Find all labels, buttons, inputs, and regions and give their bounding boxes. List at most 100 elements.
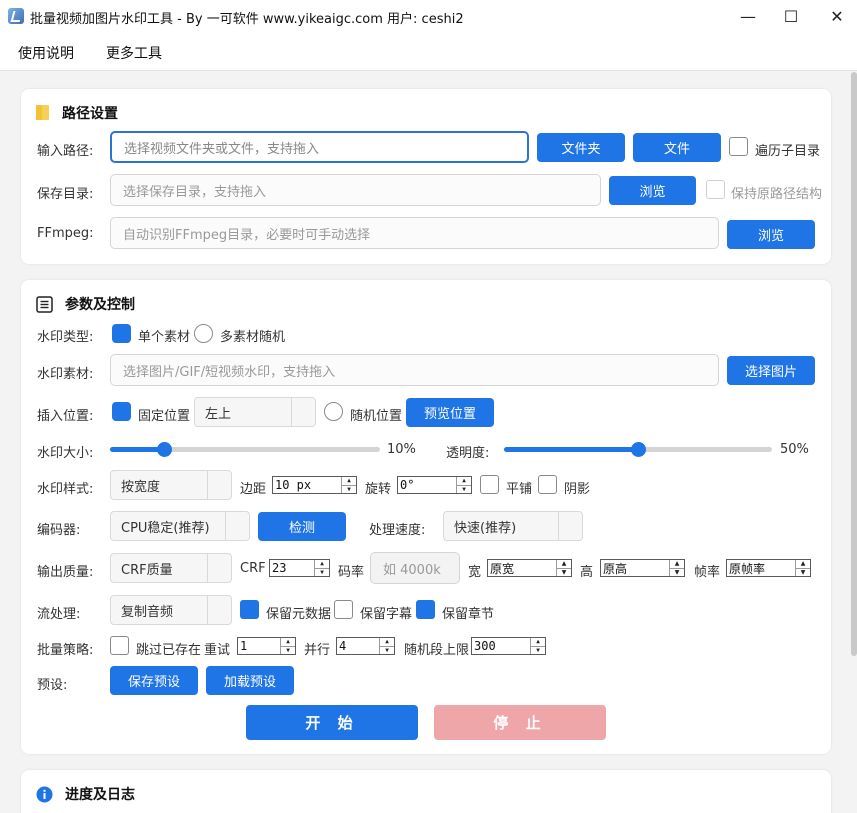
crf-spinbox[interactable]: 23 ▲ ▼ [269, 559, 330, 577]
log-header: 进度及日志 [36, 784, 135, 804]
list-icon [36, 295, 53, 313]
recursive-label: 遍历子目录 [755, 144, 821, 159]
crf-spin-arrows[interactable]: ▲ ▼ [314, 560, 329, 576]
input-path-placeholder: 选择视频文件夹或文件，支持拖入 [124, 141, 320, 157]
fixed-position-select[interactable]: 左上 [194, 397, 316, 427]
detect-button[interactable]: 检测 [258, 512, 346, 541]
preview-position-button[interactable]: 预览位置 [406, 398, 494, 427]
path-settings-title: 路径设置 [62, 106, 118, 122]
shadow-label: 阴影 [564, 482, 591, 497]
parallel-spinbox[interactable]: 4 ▲ ▼ [336, 637, 395, 655]
style-value: 按宽度 [121, 479, 161, 495]
log-card: 进度及日志 [21, 770, 831, 813]
keep-chapter-checkbox[interactable] [416, 600, 435, 619]
random-position-radio[interactable] [324, 402, 343, 421]
size-label: 水印大小: [37, 446, 94, 461]
browse-save-button[interactable]: 浏览 [609, 176, 696, 205]
folder-icon [36, 105, 49, 120]
input-path-field[interactable]: 选择视频文件夹或文件，支持拖入 [110, 131, 529, 163]
start-button[interactable]: 开 始 [246, 705, 418, 740]
tile-checkbox[interactable] [480, 475, 499, 494]
rotate-label: 旋转 [365, 482, 392, 497]
random-limit-value: 300 [474, 639, 496, 653]
save-dir-field[interactable]: 选择保存目录，支持拖入 [110, 174, 601, 206]
bitrate-label: 码率 [338, 565, 365, 580]
wm-source-placeholder: 选择图片/GIF/短视频水印，支持拖入 [123, 364, 336, 380]
recursive-checkbox[interactable] [729, 137, 748, 156]
close-button[interactable]: ✕ [814, 0, 857, 33]
choose-image-button[interactable]: 选择图片 [727, 356, 815, 385]
opacity-label: 透明度: [446, 446, 490, 461]
rotate-spin-arrows[interactable]: ▲ ▼ [456, 477, 471, 493]
maximize-button[interactable]: ☐ [768, 0, 814, 33]
params-title: 参数及控制 [65, 297, 135, 313]
keep-metadata-label: 保留元数据 [266, 607, 332, 622]
style-select[interactable]: 按宽度 [110, 470, 232, 500]
margin-value: 10 px [275, 478, 312, 492]
parallel-value: 4 [339, 639, 347, 653]
random-limit-spinbox[interactable]: 300 ▲ ▼ [471, 637, 546, 655]
retry-spinbox[interactable]: 1 ▲ ▼ [237, 637, 296, 655]
margin-spin-arrows[interactable]: ▲ ▼ [341, 477, 356, 493]
size-slider[interactable] [110, 442, 380, 457]
folder-button[interactable]: 文件夹 [537, 133, 625, 162]
margin-label: 边距 [240, 482, 267, 497]
ffmpeg-field[interactable]: 自动识别FFmpeg目录，必要时可手动选择 [110, 217, 719, 249]
random-limit-label: 随机段上限 [404, 643, 470, 658]
random-limit-spin-arrows[interactable]: ▲ ▼ [530, 638, 545, 654]
stop-button[interactable]: 停 止 [434, 705, 606, 740]
keep-metadata-checkbox[interactable] [240, 600, 259, 619]
codec-select[interactable]: CPU稳定(推荐) [110, 511, 250, 541]
height-select[interactable]: 原高 ▲ ▼ [600, 559, 685, 577]
bitrate-placeholder: 如 4000k [383, 562, 441, 578]
stream-select[interactable]: 复制音频 [110, 595, 232, 625]
skip-existing-checkbox[interactable] [110, 636, 129, 655]
menu-item-more-tools[interactable]: 更多工具 [106, 43, 162, 63]
quality-select[interactable]: CRF质量 [110, 553, 232, 583]
rotate-value: 0° [400, 478, 415, 492]
retry-spin-arrows[interactable]: ▲ ▼ [280, 638, 295, 654]
fixed-position-radio[interactable] [112, 402, 131, 421]
keep-structure-checkbox[interactable] [706, 180, 725, 199]
browse-ffmpeg-button[interactable]: 浏览 [727, 220, 815, 249]
bitrate-field[interactable]: 如 4000k [370, 552, 460, 584]
rotate-spinbox[interactable]: 0° ▲ ▼ [397, 476, 472, 494]
wm-source-field[interactable]: 选择图片/GIF/短视频水印，支持拖入 [110, 354, 719, 386]
minimize-button[interactable]: — [725, 0, 771, 33]
opacity-slider-thumb[interactable] [631, 442, 646, 457]
parallel-spin-arrows[interactable]: ▲ ▼ [379, 638, 394, 654]
crf-label: CRF [240, 561, 266, 576]
load-preset-button[interactable]: 加载预设 [206, 666, 294, 695]
width-select[interactable]: 原宽 ▲ ▼ [487, 559, 572, 577]
size-slider-thumb[interactable] [157, 442, 172, 457]
save-preset-button[interactable]: 保存预设 [110, 666, 198, 695]
width-spin-arrows[interactable]: ▲ ▼ [556, 560, 571, 576]
app-icon [8, 8, 24, 24]
opacity-slider[interactable] [504, 442, 772, 457]
single-material-radio[interactable] [112, 324, 131, 343]
keep-subtitle-checkbox[interactable] [334, 600, 353, 619]
style-label: 水印样式: [37, 482, 94, 497]
height-label: 高 [580, 565, 594, 580]
opacity-slider-fill [504, 447, 638, 452]
title-bar: 批量视频加图片水印工具 - By 一可软件 www.yikeaigc.com 用… [0, 0, 857, 33]
menu-item-help[interactable]: 使用说明 [18, 43, 74, 63]
height-spin-arrows[interactable]: ▲ ▼ [669, 560, 684, 576]
save-dir-placeholder: 选择保存目录，支持拖入 [123, 184, 267, 200]
scrollbar[interactable] [851, 72, 857, 656]
single-material-label: 单个素材 [138, 330, 191, 345]
codec-value: CPU稳定(推荐) [121, 520, 210, 536]
params-card: 参数及控制 水印类型: 单个素材 多素材随机 水印素材: 选择图片/GIF/短视… [21, 280, 831, 754]
file-button[interactable]: 文件 [633, 133, 721, 162]
fixed-position-label: 固定位置 [138, 409, 191, 424]
keep-structure-label: 保持原路径结构 [731, 187, 823, 202]
fps-spin-arrows[interactable]: ▲ ▼ [795, 560, 810, 576]
window-title: 批量视频加图片水印工具 - By 一可软件 www.yikeaigc.com 用… [30, 12, 464, 27]
size-slider-fill [110, 447, 164, 452]
shadow-checkbox[interactable] [538, 475, 557, 494]
margin-spinbox[interactable]: 10 px ▲ ▼ [272, 476, 357, 494]
speed-select[interactable]: 快速(推荐) [443, 511, 583, 541]
multi-material-radio[interactable] [194, 324, 213, 343]
fps-select[interactable]: 原帧率 ▲ ▼ [726, 559, 811, 577]
preset-label: 预设: [37, 678, 68, 693]
